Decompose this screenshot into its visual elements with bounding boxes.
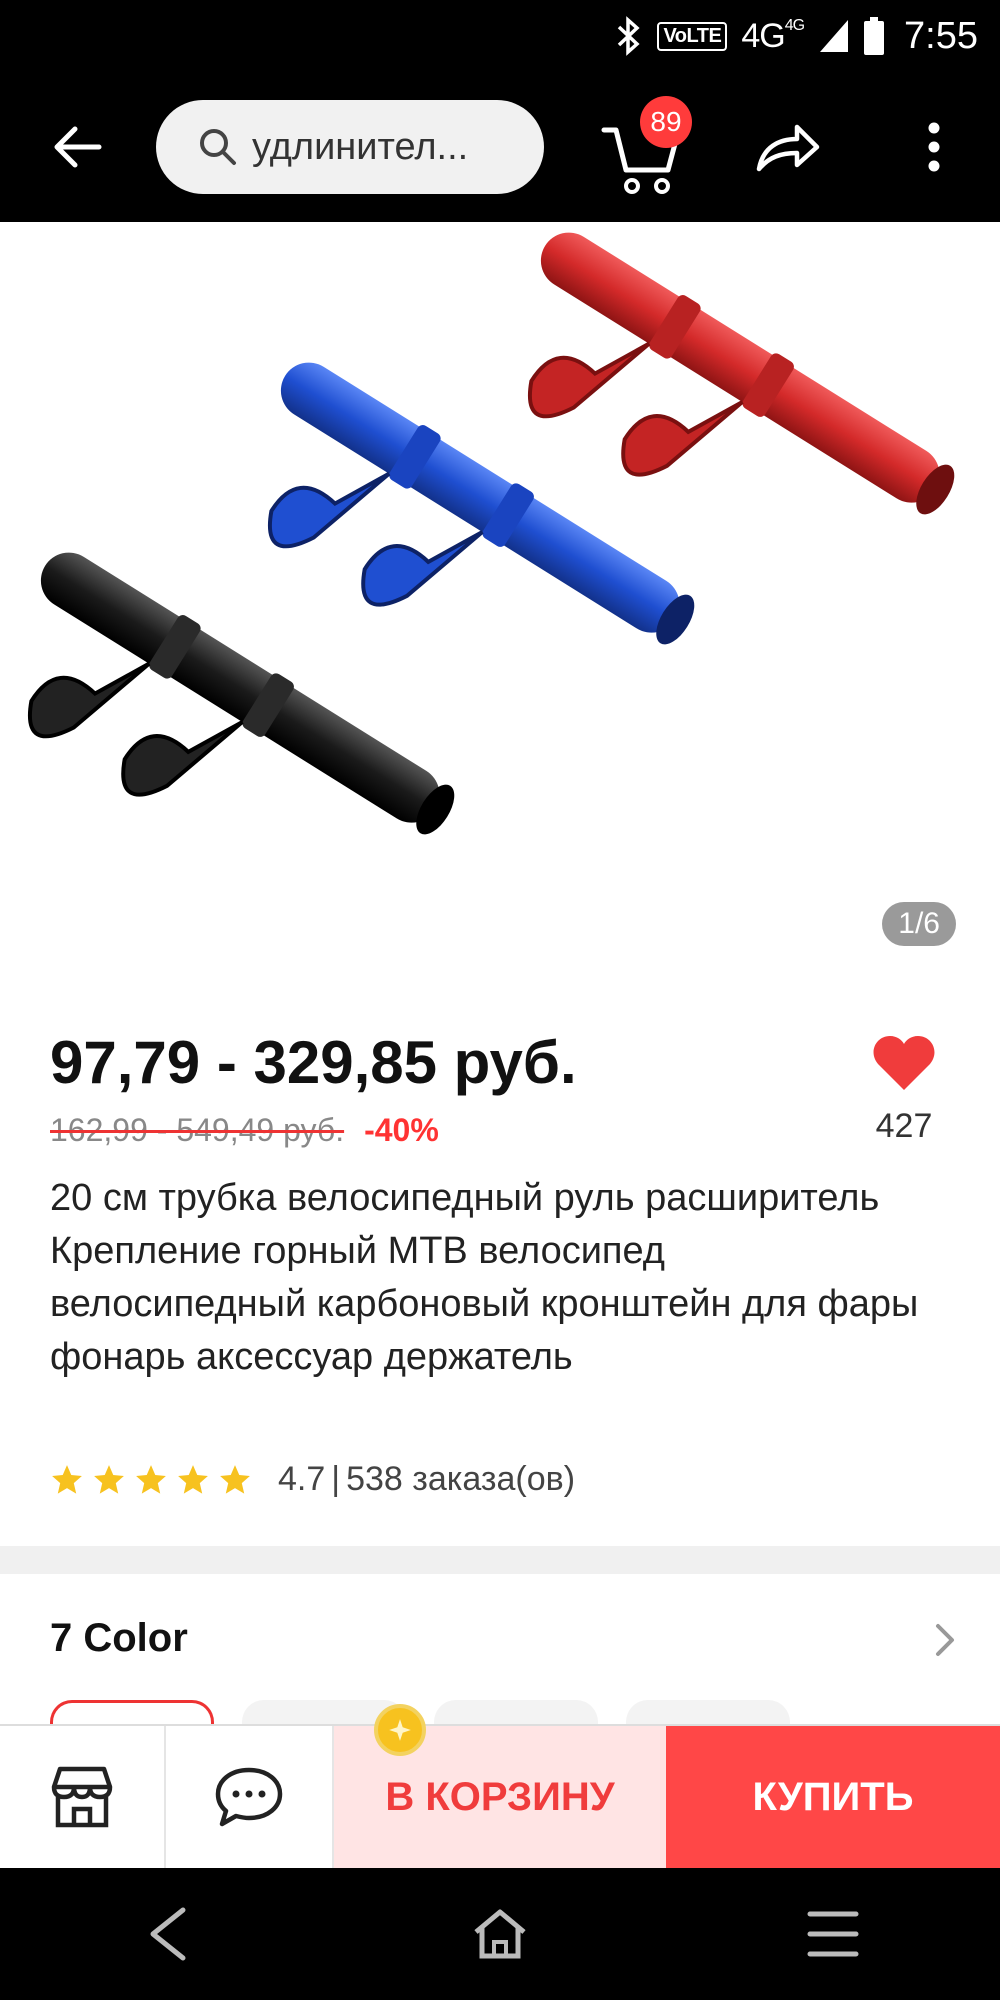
color-selector[interactable]: 7 Color xyxy=(0,1574,1000,1760)
cart-button[interactable]: 89 xyxy=(600,92,696,202)
rating-row: 4.7 | 538 заказа(ов) xyxy=(50,1460,575,1499)
old-price: 162,99 - 549,49 руб. xyxy=(50,1112,345,1148)
search-input[interactable]: удлинител... xyxy=(156,100,544,194)
volte-indicator: VoLTE xyxy=(657,21,728,51)
coin-icon xyxy=(374,1704,426,1756)
buy-now-label: КУПИТЬ xyxy=(752,1774,914,1819)
wishlist-count: 427 xyxy=(875,1107,933,1145)
orders-count: 538 заказа(ов) xyxy=(346,1460,576,1498)
store-icon xyxy=(51,1766,113,1828)
status-bar: VoLTE 4G4G 7:55 xyxy=(0,0,1000,72)
product-image-carousel[interactable]: 1/6 xyxy=(0,222,1000,990)
star-icon xyxy=(136,1464,166,1494)
chat-button[interactable] xyxy=(166,1726,334,1868)
chevron-right-icon xyxy=(936,1624,954,1656)
nav-home-icon xyxy=(474,1909,526,1959)
more-options-button[interactable] xyxy=(906,102,962,192)
star-icon xyxy=(220,1464,250,1494)
rating-value: 4.7 xyxy=(278,1460,326,1498)
product-info: 97,79 - 329,85 руб. 162,99 - 549,49 руб.… xyxy=(0,990,1000,1546)
share-button[interactable] xyxy=(748,112,828,182)
more-vertical-icon xyxy=(928,122,940,172)
section-divider xyxy=(0,1546,1000,1574)
add-to-cart-button[interactable]: В КОРЗИНУ xyxy=(334,1704,666,1868)
product-title: 20 см трубка велосипедный руль расширите… xyxy=(50,1177,919,1378)
star-icon xyxy=(178,1464,208,1494)
store-button[interactable] xyxy=(0,1726,166,1868)
add-to-cart-label: В КОРЗИНУ xyxy=(385,1774,615,1819)
nav-back-icon xyxy=(150,1907,186,1961)
nav-menu-icon xyxy=(807,1911,859,1957)
heart-icon xyxy=(873,1036,935,1090)
star-icon xyxy=(94,1464,124,1494)
network-type: 4G4G xyxy=(741,16,805,55)
star-icon xyxy=(52,1464,82,1494)
product-image xyxy=(28,232,955,835)
image-page-indicator: 1/6 xyxy=(882,902,956,946)
price: 97,79 - 329,85 руб. xyxy=(50,1029,577,1096)
chat-icon xyxy=(215,1767,283,1827)
rating-separator: | xyxy=(331,1460,341,1498)
nav-menu-button[interactable] xyxy=(788,1889,878,1979)
nav-home-button[interactable] xyxy=(455,1889,545,1979)
search-query: удлинител... xyxy=(252,125,469,168)
rating-stars xyxy=(50,1463,252,1497)
share-icon xyxy=(756,124,820,172)
bottom-action-bar: В КОРЗИНУ КУПИТЬ xyxy=(0,1704,1000,1868)
clock: 7:55 xyxy=(904,14,978,57)
app-bar: удлинител... 89 xyxy=(0,72,1000,222)
search-icon xyxy=(200,129,236,165)
buy-now-button[interactable]: КУПИТЬ xyxy=(666,1726,1000,1868)
back-button[interactable] xyxy=(40,110,114,184)
bluetooth-icon xyxy=(613,16,643,56)
color-selector-title: 7 Color xyxy=(50,1616,188,1660)
old-price-row: 162,99 - 549,49 руб. -40% xyxy=(50,1112,439,1149)
signal-icon xyxy=(818,18,850,54)
cart-count-badge: 89 xyxy=(640,96,692,148)
wishlist-button[interactable]: 427 xyxy=(864,1034,944,1146)
battery-icon xyxy=(864,17,885,55)
discount-badge: -40% xyxy=(364,1112,439,1148)
system-nav-bar xyxy=(0,1868,1000,2000)
nav-back-button[interactable] xyxy=(122,1889,212,1979)
arrow-left-icon xyxy=(54,126,102,168)
